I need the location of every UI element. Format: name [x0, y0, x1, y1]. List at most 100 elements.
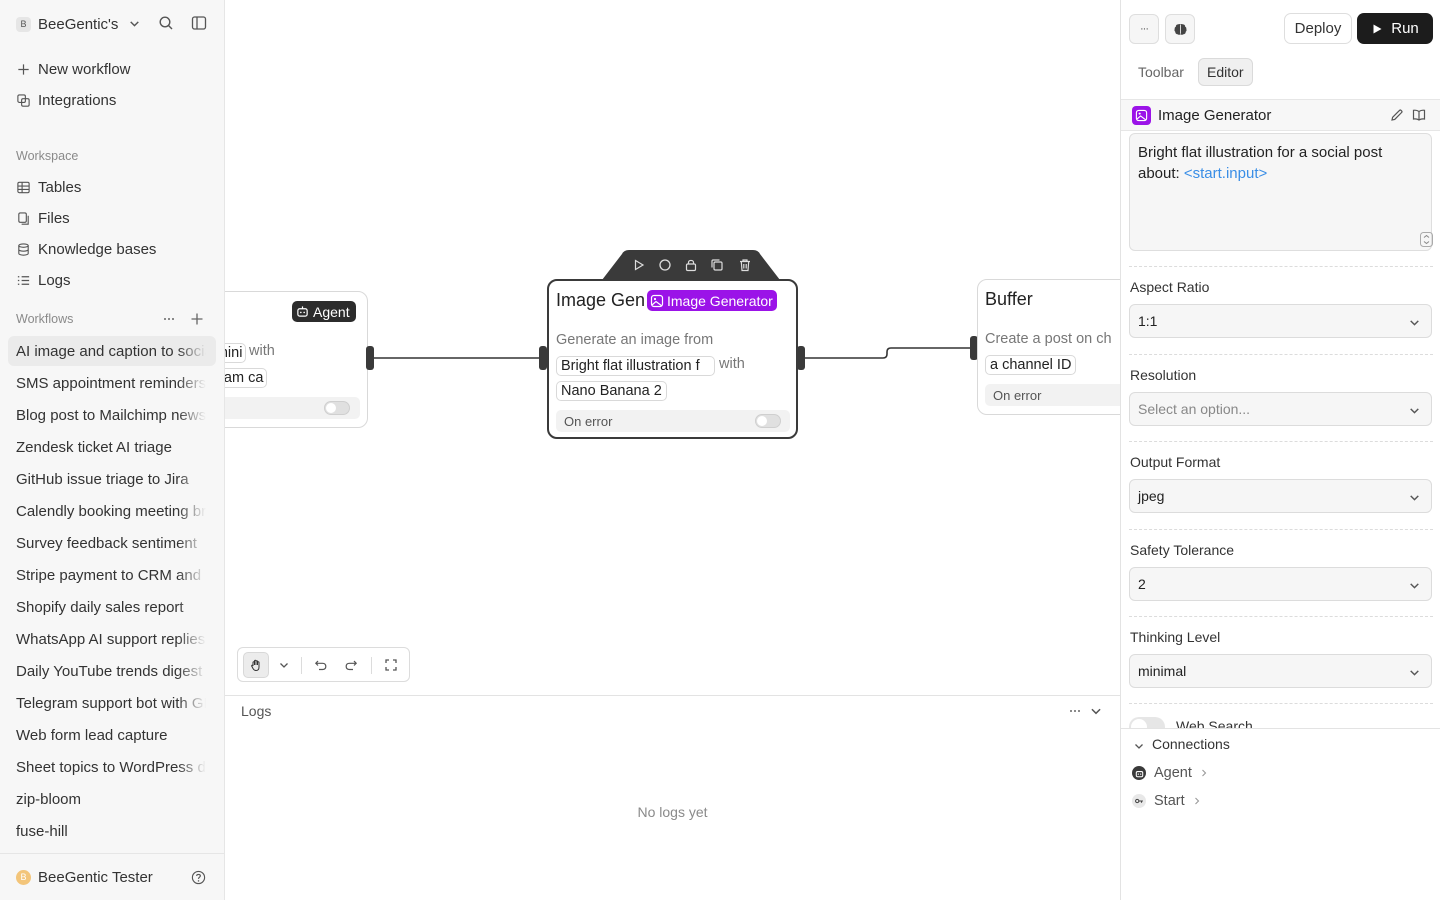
- image-prompt-chip[interactable]: Bright flat illustration f: [556, 356, 715, 376]
- more-icon[interactable]: [162, 312, 176, 326]
- field-select[interactable]: 1:1: [1129, 304, 1432, 338]
- add-workflow-icon[interactable]: [190, 312, 204, 326]
- agent-on-error-toggle[interactable]: [324, 401, 350, 415]
- plus-icon: [18, 63, 29, 75]
- workflow-item-label: AI image and caption to social: [16, 342, 206, 360]
- field-select[interactable]: 2: [1129, 567, 1432, 601]
- image-model-chip[interactable]: Nano Banana 2: [556, 381, 667, 401]
- fit-view-button[interactable]: [378, 652, 404, 678]
- workflow-item[interactable]: Daily YouTube trends digest: [8, 656, 216, 686]
- workflow-item[interactable]: Blog post to Mailchimp newsletter: [8, 400, 216, 430]
- workflow-item-label: zip-bloom: [16, 790, 82, 808]
- field-select-value: Select an option...: [1138, 401, 1251, 417]
- integrations-label: Integrations: [38, 91, 117, 109]
- book-open-icon[interactable]: [1412, 108, 1426, 122]
- workflow-item[interactable]: zip-bloom: [8, 784, 216, 814]
- workflow-item[interactable]: Telegram support bot with GPT: [8, 688, 216, 718]
- chevron-down-icon[interactable]: [1089, 704, 1103, 718]
- hand-icon: [251, 659, 260, 672]
- sidebar-item-label: Tables: [38, 178, 82, 196]
- field-label: Resolution: [1130, 367, 1197, 383]
- trash-icon[interactable]: [738, 258, 752, 272]
- image-node-title: Image Gen: [556, 290, 646, 310]
- lock-icon[interactable]: [684, 258, 698, 272]
- workflow-canvas[interactable]: Agent -mini with gram ca On error Image …: [225, 0, 1120, 695]
- sidebar-item-tables[interactable]: Tables: [8, 173, 216, 201]
- workflow-item[interactable]: Zendesk ticket AI triage: [8, 432, 216, 462]
- redo-button[interactable]: [338, 652, 364, 678]
- more-icon[interactable]: [1068, 704, 1082, 718]
- field-label: Output Format: [1130, 454, 1221, 470]
- logs-empty-state: No logs yet: [637, 804, 708, 820]
- chevron-down-icon[interactable]: [128, 17, 141, 30]
- connection-agent[interactable]: Agent: [1132, 763, 1208, 783]
- workflow-item[interactable]: Sheet topics to WordPress drafts: [8, 752, 216, 782]
- more-options-button[interactable]: ···: [1129, 14, 1159, 44]
- image-on-error-toggle[interactable]: [755, 414, 781, 428]
- user-name: BeeGentic Tester: [38, 868, 153, 886]
- help-icon[interactable]: [191, 870, 206, 885]
- toggle-node-icon[interactable]: [658, 258, 672, 272]
- connections-title: Connections: [1152, 736, 1230, 752]
- sidebar-item-logs[interactable]: Logs: [8, 266, 216, 294]
- sidebar-item-label: Files: [38, 209, 70, 227]
- deploy-button[interactable]: Deploy: [1284, 13, 1352, 44]
- undo-button[interactable]: [308, 652, 334, 678]
- agent-node[interactable]: Agent -mini with gram ca On error: [225, 291, 368, 428]
- field-select[interactable]: minimal: [1129, 654, 1432, 688]
- image-generator-node[interactable]: Image Gen Image Generator Generate an im…: [547, 279, 798, 439]
- buffer-channel-chip[interactable]: a channel ID: [985, 355, 1077, 375]
- sidebar-item-files[interactable]: Files: [8, 204, 216, 232]
- sidebar-item-label: Knowledge bases: [38, 240, 157, 258]
- field-select[interactable]: jpeg: [1129, 479, 1432, 513]
- run-button[interactable]: Run: [1357, 13, 1433, 44]
- integrations-link[interactable]: Integrations: [8, 86, 216, 114]
- tab-toolbar[interactable]: Toolbar: [1130, 58, 1192, 86]
- run-node-icon[interactable]: [632, 258, 646, 272]
- workflow-item[interactable]: WhatsApp AI support replies: [8, 624, 216, 654]
- resize-grip-icon[interactable]: [1420, 232, 1433, 247]
- new-workflow-button[interactable]: New workflow: [8, 55, 216, 83]
- agent-output-handle[interactable]: [366, 346, 374, 370]
- pan-tool-button[interactable]: [243, 652, 269, 678]
- workspace-name: BeeGentic's: [38, 15, 119, 33]
- workflow-item[interactable]: fuse-hill: [8, 816, 216, 846]
- agent-with-text: with: [249, 343, 275, 359]
- workflow-item[interactable]: SMS appointment reminders: [8, 368, 216, 398]
- image-node-subtitle: Generate an image from: [556, 332, 714, 348]
- tab-editor[interactable]: Editor: [1198, 58, 1253, 86]
- workflow-item[interactable]: Shopify daily sales report: [8, 592, 216, 622]
- workspace-switcher[interactable]: B BeeGentic's: [16, 13, 216, 35]
- pencil-icon[interactable]: [1390, 108, 1404, 122]
- workflow-item[interactable]: Survey feedback sentiment: [8, 528, 216, 558]
- image-generator-block-icon: [1132, 106, 1151, 125]
- field-select[interactable]: Select an option...: [1129, 392, 1432, 426]
- workflow-item[interactable]: AI image and caption to social: [8, 336, 216, 366]
- image-output-handle[interactable]: [797, 346, 805, 370]
- workflow-item[interactable]: Stripe payment to CRM and: [8, 560, 216, 590]
- buffer-node[interactable]: Buffer Create a post on ch a channel ID …: [977, 279, 1120, 415]
- workflow-item-label: Stripe payment to CRM and: [16, 566, 202, 584]
- duplicate-icon[interactable]: [710, 258, 724, 272]
- field-divider: [1129, 703, 1433, 704]
- workflow-item[interactable]: GitHub issue triage to Jira: [8, 464, 216, 494]
- agent-model-chip[interactable]: -mini: [225, 343, 246, 363]
- tool-mode-dropdown[interactable]: [271, 652, 297, 678]
- workflow-item[interactable]: Calendly booking meeting brief: [8, 496, 216, 526]
- sidebar-item-knowledge-bases[interactable]: Knowledge bases: [8, 235, 216, 263]
- workflow-item[interactable]: Web form lead capture: [8, 720, 216, 750]
- workspace-avatar: B: [16, 16, 31, 32]
- field-divider: [1129, 441, 1433, 442]
- workflow-item-label: Telegram support bot with GPT: [16, 694, 206, 712]
- connection-start[interactable]: Start: [1132, 791, 1201, 811]
- chevron-down-icon: [1410, 583, 1419, 589]
- copilot-button[interactable]: [1165, 14, 1195, 44]
- image-input-handle[interactable]: [539, 346, 547, 370]
- prompt-textarea[interactable]: Bright flat illustration for a social po…: [1129, 133, 1433, 251]
- sidebar-toggle-icon[interactable]: [191, 15, 207, 31]
- agent-badge: Agent: [292, 301, 356, 322]
- user-menu[interactable]: B BeeGentic Tester: [0, 853, 224, 900]
- chevron-down-icon[interactable]: [1133, 740, 1145, 752]
- search-icon[interactable]: [158, 15, 174, 31]
- agent-tools-chip[interactable]: gram ca: [225, 368, 267, 388]
